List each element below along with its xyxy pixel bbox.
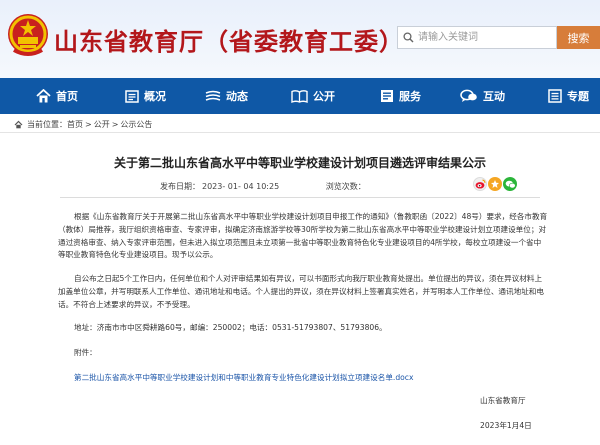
attachment-label: 附件：: [74, 348, 97, 357]
nav-label: 服务: [399, 90, 421, 103]
national-emblem-icon: [8, 14, 48, 56]
nav-label: 首页: [56, 90, 78, 103]
nav-label: 动态: [226, 90, 248, 103]
breadcrumb-public[interactable]: 公开: [94, 119, 110, 130]
nav-item-interact[interactable]: 互动: [460, 78, 505, 114]
book-icon: [291, 89, 308, 103]
location-icon: [14, 120, 23, 128]
nav-label: 概况: [144, 90, 166, 103]
qzone-icon[interactable]: [488, 177, 502, 191]
nav-item-public[interactable]: 公开: [291, 78, 335, 114]
article-divider: [60, 197, 540, 198]
nav-label: 公开: [313, 90, 335, 103]
publish-label: 发布日期：: [160, 182, 200, 191]
share-bar: [473, 177, 517, 191]
sign-date: 2023年1月4日: [480, 421, 532, 430]
contact-address: 地址：济南市市中区舜耕路60号，邮编：250002；电话：0531-517938…: [74, 323, 387, 332]
service-icon: [381, 90, 393, 102]
chat-icon: [460, 89, 477, 102]
breadcrumb-separator: >: [85, 119, 92, 129]
nav-item-overview[interactable]: 概况: [125, 78, 166, 114]
search-button[interactable]: 搜索: [557, 26, 600, 49]
article-paragraph: 自公布之日起5个工作日内，任何单位和个人对评审结果如有异议，可以书面形式向我厅职…: [58, 274, 544, 309]
nav-label: 互动: [483, 90, 505, 103]
topic-icon: [548, 89, 562, 103]
main-nav: 首页 概况 动态 公开 服务 互动 专题: [0, 78, 600, 114]
news-icon: [205, 90, 221, 101]
article-meta: 发布日期： 2023- 01- 04 10:25 浏览次数：: [160, 181, 370, 192]
home-icon: [36, 89, 51, 103]
search-icon: [398, 27, 418, 48]
publish-date: 2023- 01- 04 10:25: [202, 182, 280, 191]
attachment-link[interactable]: 第二批山东省高水平中等职业学校建设计划和中等职业教育专业特色化建设计划拟立项建设…: [74, 372, 413, 383]
breadcrumb-announcement[interactable]: 公示公告: [120, 119, 152, 130]
views-label: 浏览次数：: [325, 182, 366, 191]
search-input[interactable]: [418, 27, 554, 48]
nav-item-topic[interactable]: 专题: [548, 78, 589, 114]
nav-label: 专题: [567, 90, 589, 103]
search-box: [397, 26, 557, 49]
site-title: 山东省教育厅（省委教育工委）: [54, 28, 404, 56]
signature: 山东省教育厅: [480, 396, 526, 405]
nav-item-news[interactable]: 动态: [205, 78, 248, 114]
wechat-icon[interactable]: [503, 177, 517, 191]
breadcrumb-prefix: 当前位置：: [27, 119, 67, 129]
article-paragraph: 根据《山东省教育厅关于开展第二批山东省高水平中等职业学校建设计划项目申报工作的通…: [58, 212, 548, 260]
breadcrumb-home[interactable]: 首页: [67, 119, 83, 130]
divider: [0, 132, 600, 133]
overview-icon: [125, 89, 139, 103]
article-title: 关于第二批山东省高水平中等职业学校建设计划项目遴选评审结果公示: [113, 156, 486, 170]
nav-item-home[interactable]: 首页: [36, 78, 78, 114]
weibo-icon[interactable]: [473, 177, 487, 191]
nav-item-service[interactable]: 服务: [380, 78, 421, 114]
breadcrumb: 当前位置： 首页 > 公开 > 公示公告: [14, 118, 152, 130]
breadcrumb-separator: >: [111, 119, 119, 129]
site-header: 山东省教育厅（省委教育工委） 搜索: [0, 0, 600, 78]
